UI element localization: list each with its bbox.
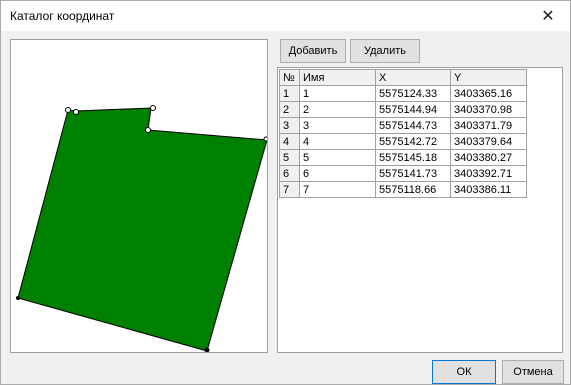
y-cell[interactable]: 3403365.16 <box>450 85 527 102</box>
row-number-cell[interactable]: 4 <box>279 133 300 150</box>
row-number-cell[interactable]: 7 <box>279 181 300 198</box>
x-cell[interactable]: 5575144.94 <box>375 101 451 118</box>
dialog-title: Каталог координат <box>10 9 115 23</box>
y-cell[interactable]: 3403386.11 <box>450 181 527 198</box>
y-cell[interactable]: 3403380.27 <box>450 149 527 166</box>
vertex-marker <box>145 127 151 133</box>
close-button[interactable]: ✕ <box>526 1 570 31</box>
parcel-polygon <box>17 107 267 352</box>
y-cell[interactable]: 3403379.64 <box>450 133 527 150</box>
x-cell[interactable]: 5575118.66 <box>375 181 451 198</box>
row-number-cell[interactable]: 2 <box>279 101 300 118</box>
parcel-drawing <box>16 105 267 352</box>
x-cell[interactable]: 5575144.73 <box>375 117 451 134</box>
table-row[interactable]: 2 2 5575144.94 3403370.98 <box>279 101 527 118</box>
vertex-marker <box>150 105 156 111</box>
x-cell[interactable]: 5575145.18 <box>375 149 451 166</box>
coordinate-catalog-dialog: Каталог координат ✕ Добавить Удалить № И… <box>0 0 571 385</box>
vertex-marker <box>204 347 210 352</box>
x-cell[interactable]: 5575124.33 <box>375 85 451 102</box>
vertex-marker <box>65 107 71 113</box>
parcel-preview-canvas[interactable] <box>10 39 268 353</box>
table-header-row: № Имя X Y <box>279 69 527 86</box>
name-cell[interactable]: 1 <box>299 85 376 102</box>
table-row[interactable]: 5 5 5575145.18 3403380.27 <box>279 149 527 166</box>
x-cell[interactable]: 5575141.73 <box>375 165 451 182</box>
table-row[interactable]: 3 3 5575144.73 3403371.79 <box>279 117 527 134</box>
column-header-x[interactable]: X <box>375 69 451 86</box>
name-cell[interactable]: 6 <box>299 165 376 182</box>
name-cell[interactable]: 3 <box>299 117 376 134</box>
add-button[interactable]: Добавить <box>280 39 346 63</box>
row-number-cell[interactable]: 5 <box>279 149 300 166</box>
column-header-number[interactable]: № <box>279 69 300 86</box>
row-number-cell[interactable]: 3 <box>279 117 300 134</box>
y-cell[interactable]: 3403370.98 <box>450 101 527 118</box>
ok-button[interactable]: ОК <box>432 360 496 384</box>
column-header-y[interactable]: Y <box>450 69 527 86</box>
name-cell[interactable]: 4 <box>299 133 376 150</box>
name-cell[interactable]: 7 <box>299 181 376 198</box>
coordinates-table: № Имя X Y 1 1 5575124.33 3403365.16 2 2 … <box>279 69 527 198</box>
table-row[interactable]: 6 6 5575141.73 3403392.71 <box>279 165 527 182</box>
x-cell[interactable]: 5575142.72 <box>375 133 451 150</box>
vertex-marker <box>16 296 20 300</box>
delete-button[interactable]: Удалить <box>350 39 420 63</box>
table-row[interactable]: 7 7 5575118.66 3403386.11 <box>279 181 527 198</box>
name-cell[interactable]: 5 <box>299 149 376 166</box>
close-icon: ✕ <box>541 8 555 25</box>
table-row[interactable]: 4 4 5575142.72 3403379.64 <box>279 133 527 150</box>
title-bar: Каталог координат ✕ <box>1 1 570 31</box>
row-number-cell[interactable]: 1 <box>279 85 300 102</box>
vertex-marker <box>73 109 79 115</box>
coordinates-table-panel[interactable]: № Имя X Y 1 1 5575124.33 3403365.16 2 2 … <box>277 67 563 353</box>
name-cell[interactable]: 2 <box>299 101 376 118</box>
table-row[interactable]: 1 1 5575124.33 3403365.16 <box>279 85 527 102</box>
column-header-name[interactable]: Имя <box>299 69 376 86</box>
cancel-button[interactable]: Отмена <box>502 360 564 384</box>
vertex-marker <box>263 136 267 142</box>
y-cell[interactable]: 3403392.71 <box>450 165 527 182</box>
y-cell[interactable]: 3403371.79 <box>450 117 527 134</box>
row-number-cell[interactable]: 6 <box>279 165 300 182</box>
